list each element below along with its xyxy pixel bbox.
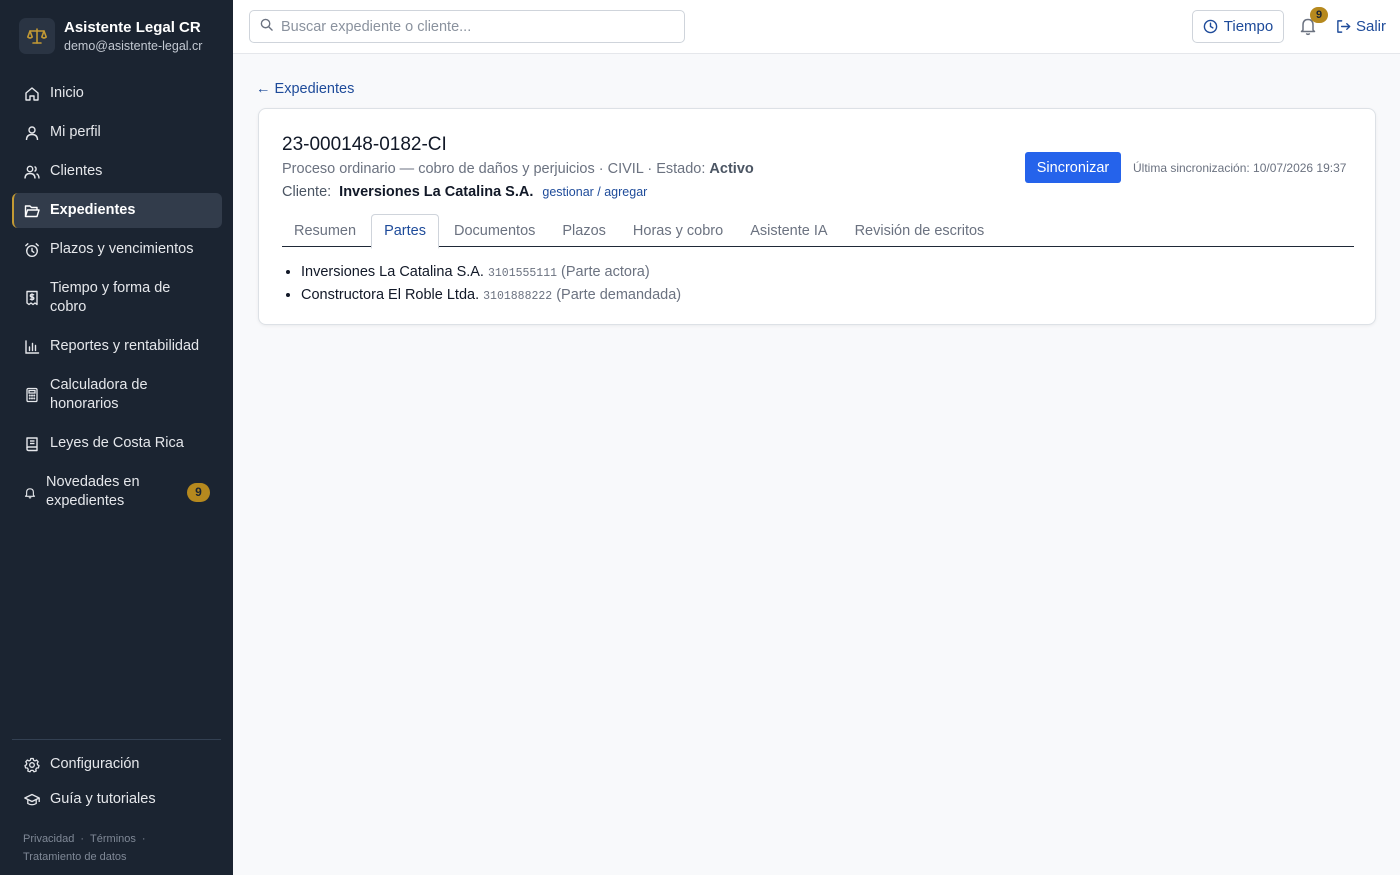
users-icon bbox=[24, 164, 40, 180]
tab-horas-cobro[interactable]: Horas y cobro bbox=[621, 214, 735, 247]
tiempo-button[interactable]: Tiempo bbox=[1192, 10, 1284, 43]
scale-icon bbox=[19, 18, 55, 54]
manage-client-link[interactable]: gestionar / agregar bbox=[542, 183, 647, 201]
book-icon bbox=[24, 436, 40, 452]
sidebar-item-expedientes[interactable]: Expedientes bbox=[12, 193, 222, 228]
sidebar-item-leyes[interactable]: Leyes de Costa Rica bbox=[12, 426, 222, 461]
sidebar-item-label: Mi perfil bbox=[50, 123, 101, 140]
tab-plazos[interactable]: Plazos bbox=[550, 214, 618, 247]
sidebar-item-label: Novedades en expedientes bbox=[46, 473, 140, 510]
logout-icon bbox=[1336, 19, 1356, 34]
logout-button[interactable]: Salir bbox=[1336, 16, 1386, 36]
user-email: demo@asistente-legal.cr bbox=[64, 39, 203, 53]
sidebar-item-label: Expedientes bbox=[50, 201, 136, 218]
topbar: Tiempo 9 Salir bbox=[233, 0, 1400, 54]
client-label: Cliente: bbox=[282, 184, 332, 200]
sidebar-divider bbox=[12, 739, 221, 740]
case-description-text: Proceso ordinario — cobro de daños y per… bbox=[282, 161, 710, 177]
folder-open-icon bbox=[24, 203, 40, 219]
list-item: Constructora El Roble Ltda. 3101888222 (… bbox=[301, 285, 681, 308]
sidebar-nav: Inicio Mi perfil Clientes Expedientes Pl… bbox=[12, 76, 222, 523]
party-name: Constructora El Roble Ltda. bbox=[301, 286, 480, 303]
sidebar-item-label: Tiempo y forma de cobro bbox=[50, 279, 171, 316]
privacy-link[interactable]: Privacidad bbox=[23, 833, 74, 845]
party-id: 3101555111 bbox=[488, 267, 558, 280]
calculator-icon bbox=[24, 387, 40, 403]
party-role: (Parte demandada) bbox=[556, 286, 682, 303]
clock-icon bbox=[1203, 19, 1224, 34]
tab-partes[interactable]: Partes bbox=[371, 214, 439, 249]
party-id: 3101888222 bbox=[483, 289, 553, 303]
alarm-clock-icon bbox=[24, 242, 40, 258]
legal-links: Privacidad · Términos · Tratamiento de dato… bbox=[23, 830, 152, 866]
case-tabs: Resumen Partes Documentos Plazos Horas y… bbox=[282, 214, 1354, 249]
client-name: Inversiones La Catalina S.A. bbox=[339, 184, 534, 200]
sidebar-item-configuracion[interactable]: Configuración bbox=[12, 747, 222, 782]
data-treatment-link[interactable]: Tratamiento de datos bbox=[23, 851, 127, 863]
sidebar-item-novedades[interactable]: Novedades en expedientes 9 bbox=[12, 465, 222, 519]
logout-label: Salir bbox=[1356, 17, 1387, 35]
user-icon bbox=[24, 125, 40, 141]
back-to-expedientes-link[interactable]: ← Expedientes bbox=[256, 80, 354, 98]
search-box[interactable] bbox=[249, 10, 685, 43]
terms-link[interactable]: Términos bbox=[90, 833, 136, 845]
sidebar-item-label: Reportes y rentabilidad bbox=[50, 337, 200, 354]
tab-documentos[interactable]: Documentos bbox=[442, 214, 547, 247]
sidebar-item-label: Leyes de Costa Rica bbox=[50, 434, 184, 451]
tab-asistente-ia[interactable]: Asistente IA bbox=[738, 214, 839, 247]
sidebar-item-clientes[interactable]: Clientes bbox=[12, 154, 222, 189]
search-icon bbox=[260, 18, 273, 36]
legal-separator: · bbox=[80, 833, 85, 845]
case-card: 23-000148-0182-CI Proceso ordinario — co… bbox=[258, 108, 1376, 325]
case-status: Activo bbox=[709, 161, 754, 177]
tab-revision-escritos[interactable]: Revisión de escritos bbox=[843, 214, 997, 247]
list-item: Inversiones La Catalina S.A. 3101555111 … bbox=[301, 262, 681, 285]
sidebar-item-calculadora[interactable]: Calculadora de honorarios bbox=[12, 368, 222, 422]
home-icon bbox=[24, 86, 40, 102]
sidebar-item-inicio[interactable]: Inicio bbox=[12, 76, 222, 111]
sidebar-item-label: Configuración bbox=[50, 755, 140, 772]
receipt-dollar-icon bbox=[24, 290, 40, 306]
sync-button[interactable]: Sincronizar bbox=[1025, 152, 1121, 183]
last-sync-text: Última sincronización: 10/07/2026 19:37 bbox=[1133, 161, 1347, 175]
parties-list: Inversiones La Catalina S.A. 3101555111 … bbox=[301, 262, 681, 307]
sidebar-item-label: Calculadora de honorarios bbox=[50, 376, 148, 413]
notification-badge: 9 bbox=[187, 482, 210, 502]
bell-icon bbox=[24, 484, 36, 500]
case-number: 23-000148-0182-CI bbox=[282, 134, 447, 155]
party-role: (Parte actora) bbox=[561, 264, 650, 280]
sidebar: Asistente Legal CR demo@asistente-legal.… bbox=[0, 0, 233, 875]
search-input[interactable] bbox=[281, 18, 671, 35]
sidebar-item-label: Guía y tutoriales bbox=[50, 790, 156, 807]
sidebar-item-label: Clientes bbox=[50, 162, 103, 179]
party-name: Inversiones La Catalina S.A. bbox=[301, 264, 484, 280]
notifications-badge: 9 bbox=[1310, 7, 1328, 23]
sidebar-item-reportes[interactable]: Reportes y rentabilidad bbox=[12, 329, 222, 364]
gear-icon bbox=[24, 757, 40, 773]
sidebar-item-label: Plazos y vencimientos bbox=[50, 240, 194, 257]
sidebar-item-label: Inicio bbox=[50, 84, 84, 101]
case-client: Cliente: Inversiones La Catalina S.A. ge… bbox=[282, 183, 647, 201]
legal-separator: · bbox=[141, 833, 146, 845]
sidebar-item-plazos[interactable]: Plazos y vencimientos bbox=[12, 232, 222, 267]
tiempo-label: Tiempo bbox=[1223, 18, 1274, 35]
sidebar-item-mi-perfil[interactable]: Mi perfil bbox=[12, 115, 222, 150]
sidebar-item-tiempo-cobro[interactable]: Tiempo y forma de cobro bbox=[12, 271, 222, 325]
sidebar-bottom-nav: Configuración Guía y tutoriales bbox=[12, 747, 222, 817]
app-name: Asistente Legal CR bbox=[64, 19, 201, 36]
tab-resumen[interactable]: Resumen bbox=[282, 214, 368, 247]
brand[interactable]: Asistente Legal CR demo@asistente-legal.… bbox=[19, 18, 202, 54]
bar-chart-icon bbox=[24, 339, 40, 355]
graduation-cap-icon bbox=[24, 792, 40, 808]
sidebar-item-guia[interactable]: Guía y tutoriales bbox=[12, 782, 222, 817]
case-description: Proceso ordinario — cobro de daños y per… bbox=[282, 160, 754, 178]
